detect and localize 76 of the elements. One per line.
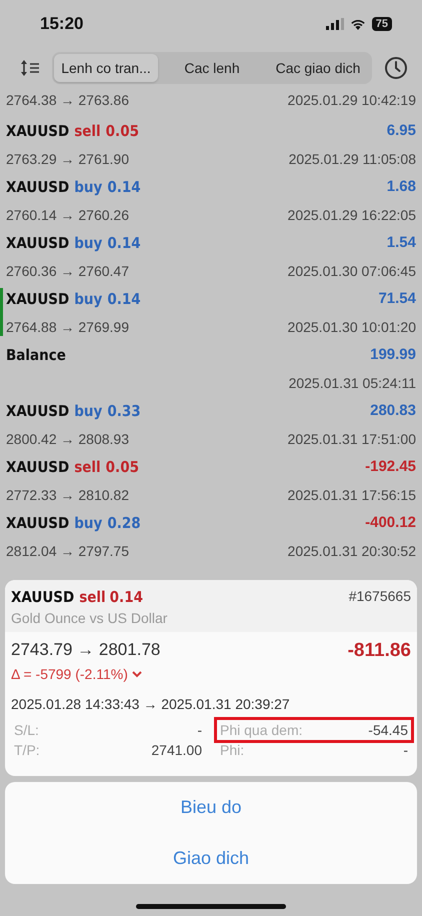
profit-value: 6.95 — [386, 122, 416, 141]
sort-icon[interactable] — [20, 59, 40, 77]
price-range: 2760.36 → 2760.47 — [6, 263, 130, 281]
profit-value: -192.45 — [365, 458, 416, 477]
trade-time: 2025.01.29 11:05:08 — [288, 151, 416, 169]
trade-time: 2025.01.30 07:06:45 — [288, 263, 416, 281]
order-volume: 0.14 — [107, 178, 141, 198]
order-volume: 0.05 — [106, 122, 139, 142]
price-range: 2812.04 → 2797.75 — [6, 543, 130, 561]
order-side: buy — [74, 234, 102, 254]
order-side: sell — [79, 588, 106, 606]
trade-time: 2025.01.29 16:22:05 — [288, 207, 416, 225]
symbol-label: XAUUSD — [6, 402, 70, 422]
tab[interactable]: Cac giao dich — [266, 54, 370, 82]
order-side: sell — [74, 122, 101, 142]
symbol-label: XAUUSD — [6, 290, 70, 310]
field-value: - — [403, 742, 408, 758]
price-range: 2800.42 → 2808.93 — [6, 431, 130, 449]
order-side: buy — [74, 514, 102, 534]
profit-value: -811.86 — [348, 640, 411, 662]
profit-value: 280.83 — [370, 402, 416, 421]
ticket-number: #1675665 — [348, 588, 411, 606]
order-volume: 0.14 — [110, 588, 143, 606]
wifi-icon — [350, 18, 366, 30]
chevron-down-icon[interactable] — [132, 670, 142, 678]
status-time: 15:20 — [40, 14, 84, 34]
symbol-description: Gold Ounce vs US Dollar — [11, 610, 168, 626]
tab[interactable]: Cac lenh — [160, 54, 264, 82]
field-label: Phi: — [220, 742, 244, 758]
tab[interactable]: Lenh co tran... — [54, 54, 158, 82]
profit-value: 71.54 — [378, 290, 416, 309]
price-range: 2760.14 → 2760.26 — [6, 207, 130, 225]
symbol-label: XAUUSD — [6, 514, 70, 534]
trade-time: 2025.01.31 17:56:15 — [288, 487, 416, 505]
order-side: buy — [74, 402, 102, 422]
signal-icon — [326, 18, 344, 30]
order-volume: 0.14 — [107, 234, 141, 254]
order-volume: 0.33 — [107, 402, 141, 422]
price-range: 2772.33 → 2810.82 — [6, 487, 130, 505]
trade-time: 2025.01.31 05:24:11 — [288, 375, 416, 393]
trade-time: 2025.01.31 20:30:52 — [288, 543, 416, 561]
action-button[interactable]: Giao dich — [5, 833, 417, 884]
symbol-label: XAUUSD — [6, 234, 70, 254]
order-side: buy — [74, 290, 102, 310]
symbol-label: XAUUSD — [6, 178, 70, 198]
field-label: S/L: — [14, 722, 39, 738]
profit-value: 1.68 — [386, 178, 416, 197]
order-volume: 0.28 — [107, 514, 141, 534]
profit-value: -400.12 — [365, 514, 416, 533]
order-side: sell — [74, 458, 101, 478]
action-button[interactable]: Bieu do — [5, 782, 417, 833]
price-range: 2764.88 → 2769.99 — [6, 319, 130, 337]
field-value: - — [197, 722, 202, 738]
order-side: buy — [74, 178, 102, 198]
symbol-label: Balance — [6, 346, 66, 366]
profit-value: 1.54 — [386, 234, 416, 253]
symbol-label: XAUUSD — [11, 588, 74, 606]
order-volume: 0.05 — [106, 458, 139, 478]
symbol-label: XAUUSD — [6, 458, 70, 478]
battery-level: 75 — [372, 17, 392, 31]
price-range: 2764.38 → 2763.86 — [6, 92, 130, 110]
trade-time: 2025.01.29 10:42:19 — [288, 92, 416, 110]
price-delta: Δ = -5799 (-2.11%) — [11, 666, 128, 682]
trade-times: 2025.01.28 14:33:43 → 2025.01.31 20:39:27 — [10, 695, 291, 714]
field-label: T/P: — [14, 742, 40, 758]
order-volume: 0.14 — [107, 290, 141, 310]
clock-icon[interactable] — [384, 56, 408, 80]
trade-time: 2025.01.30 10:01:20 — [288, 319, 416, 337]
profit-value: 199.99 — [370, 346, 416, 365]
field-value: 2741.00 — [151, 742, 202, 758]
price-range: 2763.29 → 2761.90 — [6, 151, 130, 169]
field-value: -54.45 — [368, 722, 408, 738]
field-label: Phi qua dem: — [220, 722, 302, 738]
price-range: 2743.79 → 2801.78 — [11, 640, 162, 661]
trade-time: 2025.01.31 17:51:00 — [288, 431, 416, 449]
symbol-label: XAUUSD — [6, 122, 70, 142]
